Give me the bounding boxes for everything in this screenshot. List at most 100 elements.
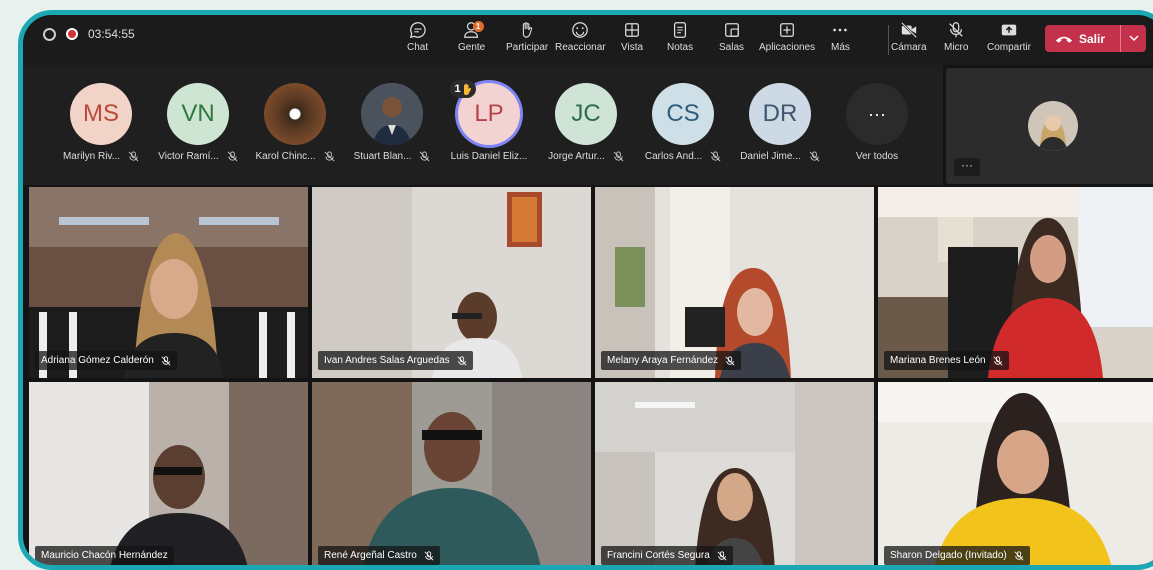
video-tile[interactable]: Ivan Andres Salas Arguedas xyxy=(312,187,591,378)
mic-off-icon xyxy=(457,355,467,365)
name-tag: Mariana Brenes León xyxy=(884,351,1009,370)
avatar-initials: DR xyxy=(762,100,798,127)
emoji-icon xyxy=(571,19,589,39)
video-feed xyxy=(29,187,308,378)
more-label: Más xyxy=(831,42,850,53)
video-tile[interactable]: Sharon Delgado (Invitado) xyxy=(878,382,1153,565)
participant-name: Jorge Artur... xyxy=(548,151,605,162)
self-more-button[interactable]: ··· xyxy=(954,158,980,176)
meeting-toolbar: 03:54:55 Chat 1 Gente Participar Reaccio… xyxy=(23,15,1153,65)
video-feed xyxy=(595,187,874,378)
participant-name: Carlos And... xyxy=(644,151,703,162)
mic-off-icon xyxy=(717,550,727,560)
mic-off-icon xyxy=(128,151,139,162)
participant-carlos[interactable]: CS Carlos And... xyxy=(635,83,731,162)
chat-label: Chat xyxy=(407,42,429,53)
notes-icon xyxy=(671,19,689,39)
meeting-timer: 03:54:55 xyxy=(88,27,135,41)
video-feed xyxy=(595,382,874,565)
participant-karol[interactable]: Karol Chinc... xyxy=(247,83,343,162)
participant-victor[interactable]: VN Victor Ramí... xyxy=(150,83,246,162)
name-tag: Ivan Andres Salas Arguedas xyxy=(318,351,473,370)
video-feed xyxy=(312,187,591,378)
people-label: Gente xyxy=(458,42,486,53)
shield-icon xyxy=(43,27,56,41)
mic-off-icon xyxy=(613,151,624,162)
chat-button[interactable]: Chat xyxy=(407,19,428,53)
share-button[interactable]: Compartir xyxy=(987,19,1031,53)
raise-hand-label: Participar xyxy=(506,42,549,53)
video-tile[interactable]: Mauricio Chacón Hernández xyxy=(29,382,308,565)
apps-button[interactable]: Aplicaciones xyxy=(759,19,815,53)
chevron-down-icon[interactable] xyxy=(1127,31,1141,45)
camera-button[interactable]: Cámara xyxy=(891,19,927,53)
view-button[interactable]: Vista xyxy=(621,19,643,53)
more-icon xyxy=(831,19,849,39)
participant-name: Adriana Gómez Calderón xyxy=(41,355,154,366)
self-view[interactable]: ··· xyxy=(946,68,1153,184)
hand-count: 1 xyxy=(454,83,461,95)
avatar-initials: CS xyxy=(666,100,700,127)
video-feed xyxy=(312,382,591,565)
video-tile[interactable]: Mariana Brenes León xyxy=(878,187,1153,378)
people-button[interactable]: 1 Gente xyxy=(458,19,485,53)
participant-marilyn[interactable]: MS Marilyn Riv... xyxy=(53,83,149,162)
participant-daniel[interactable]: DR Daniel Jime... xyxy=(732,83,828,162)
participant-strip: MS Marilyn Riv... VN Victor Ramí... Karo… xyxy=(23,65,943,185)
video-tile[interactable]: Adriana Gómez Calderón xyxy=(29,187,308,378)
avatar-initials: VN xyxy=(181,100,215,127)
name-tag: Mauricio Chacón Hernández xyxy=(35,546,174,565)
view-all-button[interactable]: ··· Ver todos xyxy=(829,83,925,162)
mic-off-icon xyxy=(424,550,434,560)
mic-off-icon xyxy=(161,355,171,365)
participant-name: Daniel Jime... xyxy=(740,151,801,162)
notes-button[interactable]: Notas xyxy=(667,19,693,53)
name-tag: Melany Araya Fernández xyxy=(601,351,742,370)
video-tile[interactable]: René Argeñal Castro xyxy=(312,382,591,565)
name-tag: René Argeñal Castro xyxy=(318,546,440,565)
share-label: Compartir xyxy=(987,42,1031,53)
raised-hand-indicator: 1 xyxy=(450,80,476,98)
raise-hand-button[interactable]: Participar xyxy=(506,19,548,53)
participant-luis[interactable]: LP 1 Luis Daniel Eliz... xyxy=(441,80,537,162)
view-all-label: Ver todos xyxy=(855,151,899,162)
rooms-icon xyxy=(723,19,741,39)
react-button[interactable]: Reaccionar xyxy=(555,19,606,53)
share-icon xyxy=(1000,19,1018,39)
participant-name: Stuart Blan... xyxy=(353,151,412,162)
raise-hand-icon xyxy=(518,19,536,39)
more-button[interactable]: Más xyxy=(831,19,850,53)
participant-name: Francini Cortés Segura xyxy=(607,550,710,561)
mic-off-icon xyxy=(1014,550,1024,560)
participant-name: Marilyn Riv... xyxy=(62,151,121,162)
participant-stuart[interactable]: Stuart Blan... xyxy=(344,83,440,162)
video-feed xyxy=(878,187,1153,378)
recording-status: 03:54:55 xyxy=(43,27,135,41)
avatar: DR xyxy=(749,83,811,145)
mic-off-icon xyxy=(993,355,1003,365)
video-tile[interactable]: Melany Araya Fernández xyxy=(595,187,874,378)
participant-jorge[interactable]: JC Jorge Artur... xyxy=(538,83,634,162)
leave-button[interactable]: Salir xyxy=(1045,25,1146,52)
name-tag: Francini Cortés Segura xyxy=(601,546,733,565)
mic-off-icon xyxy=(809,151,820,162)
participant-name: Victor Ramí... xyxy=(158,151,219,162)
avatar-initials: MS xyxy=(83,100,119,127)
self-avatar xyxy=(1028,101,1078,151)
participant-name: René Argeñal Castro xyxy=(324,550,417,561)
avatar-initials: LP xyxy=(474,100,504,127)
video-grid: Adriana Gómez Calderón Ivan Andres Salas… xyxy=(29,187,1153,565)
react-label: Reaccionar xyxy=(555,42,606,53)
people-icon: 1 xyxy=(463,19,484,39)
grid-icon xyxy=(623,19,641,39)
rooms-button[interactable]: Salas xyxy=(719,19,744,53)
toolbar-divider xyxy=(888,25,889,55)
mic-button[interactable]: Micro xyxy=(944,19,968,53)
participant-name: Karol Chinc... xyxy=(255,151,316,162)
mic-off-icon xyxy=(947,19,965,39)
participant-name: Luis Daniel Eliz... xyxy=(450,151,528,162)
apps-label: Aplicaciones xyxy=(759,42,816,53)
avatar-photo xyxy=(264,83,326,145)
video-tile[interactable]: Francini Cortés Segura xyxy=(595,382,874,565)
participant-name: Ivan Andres Salas Arguedas xyxy=(324,355,450,366)
